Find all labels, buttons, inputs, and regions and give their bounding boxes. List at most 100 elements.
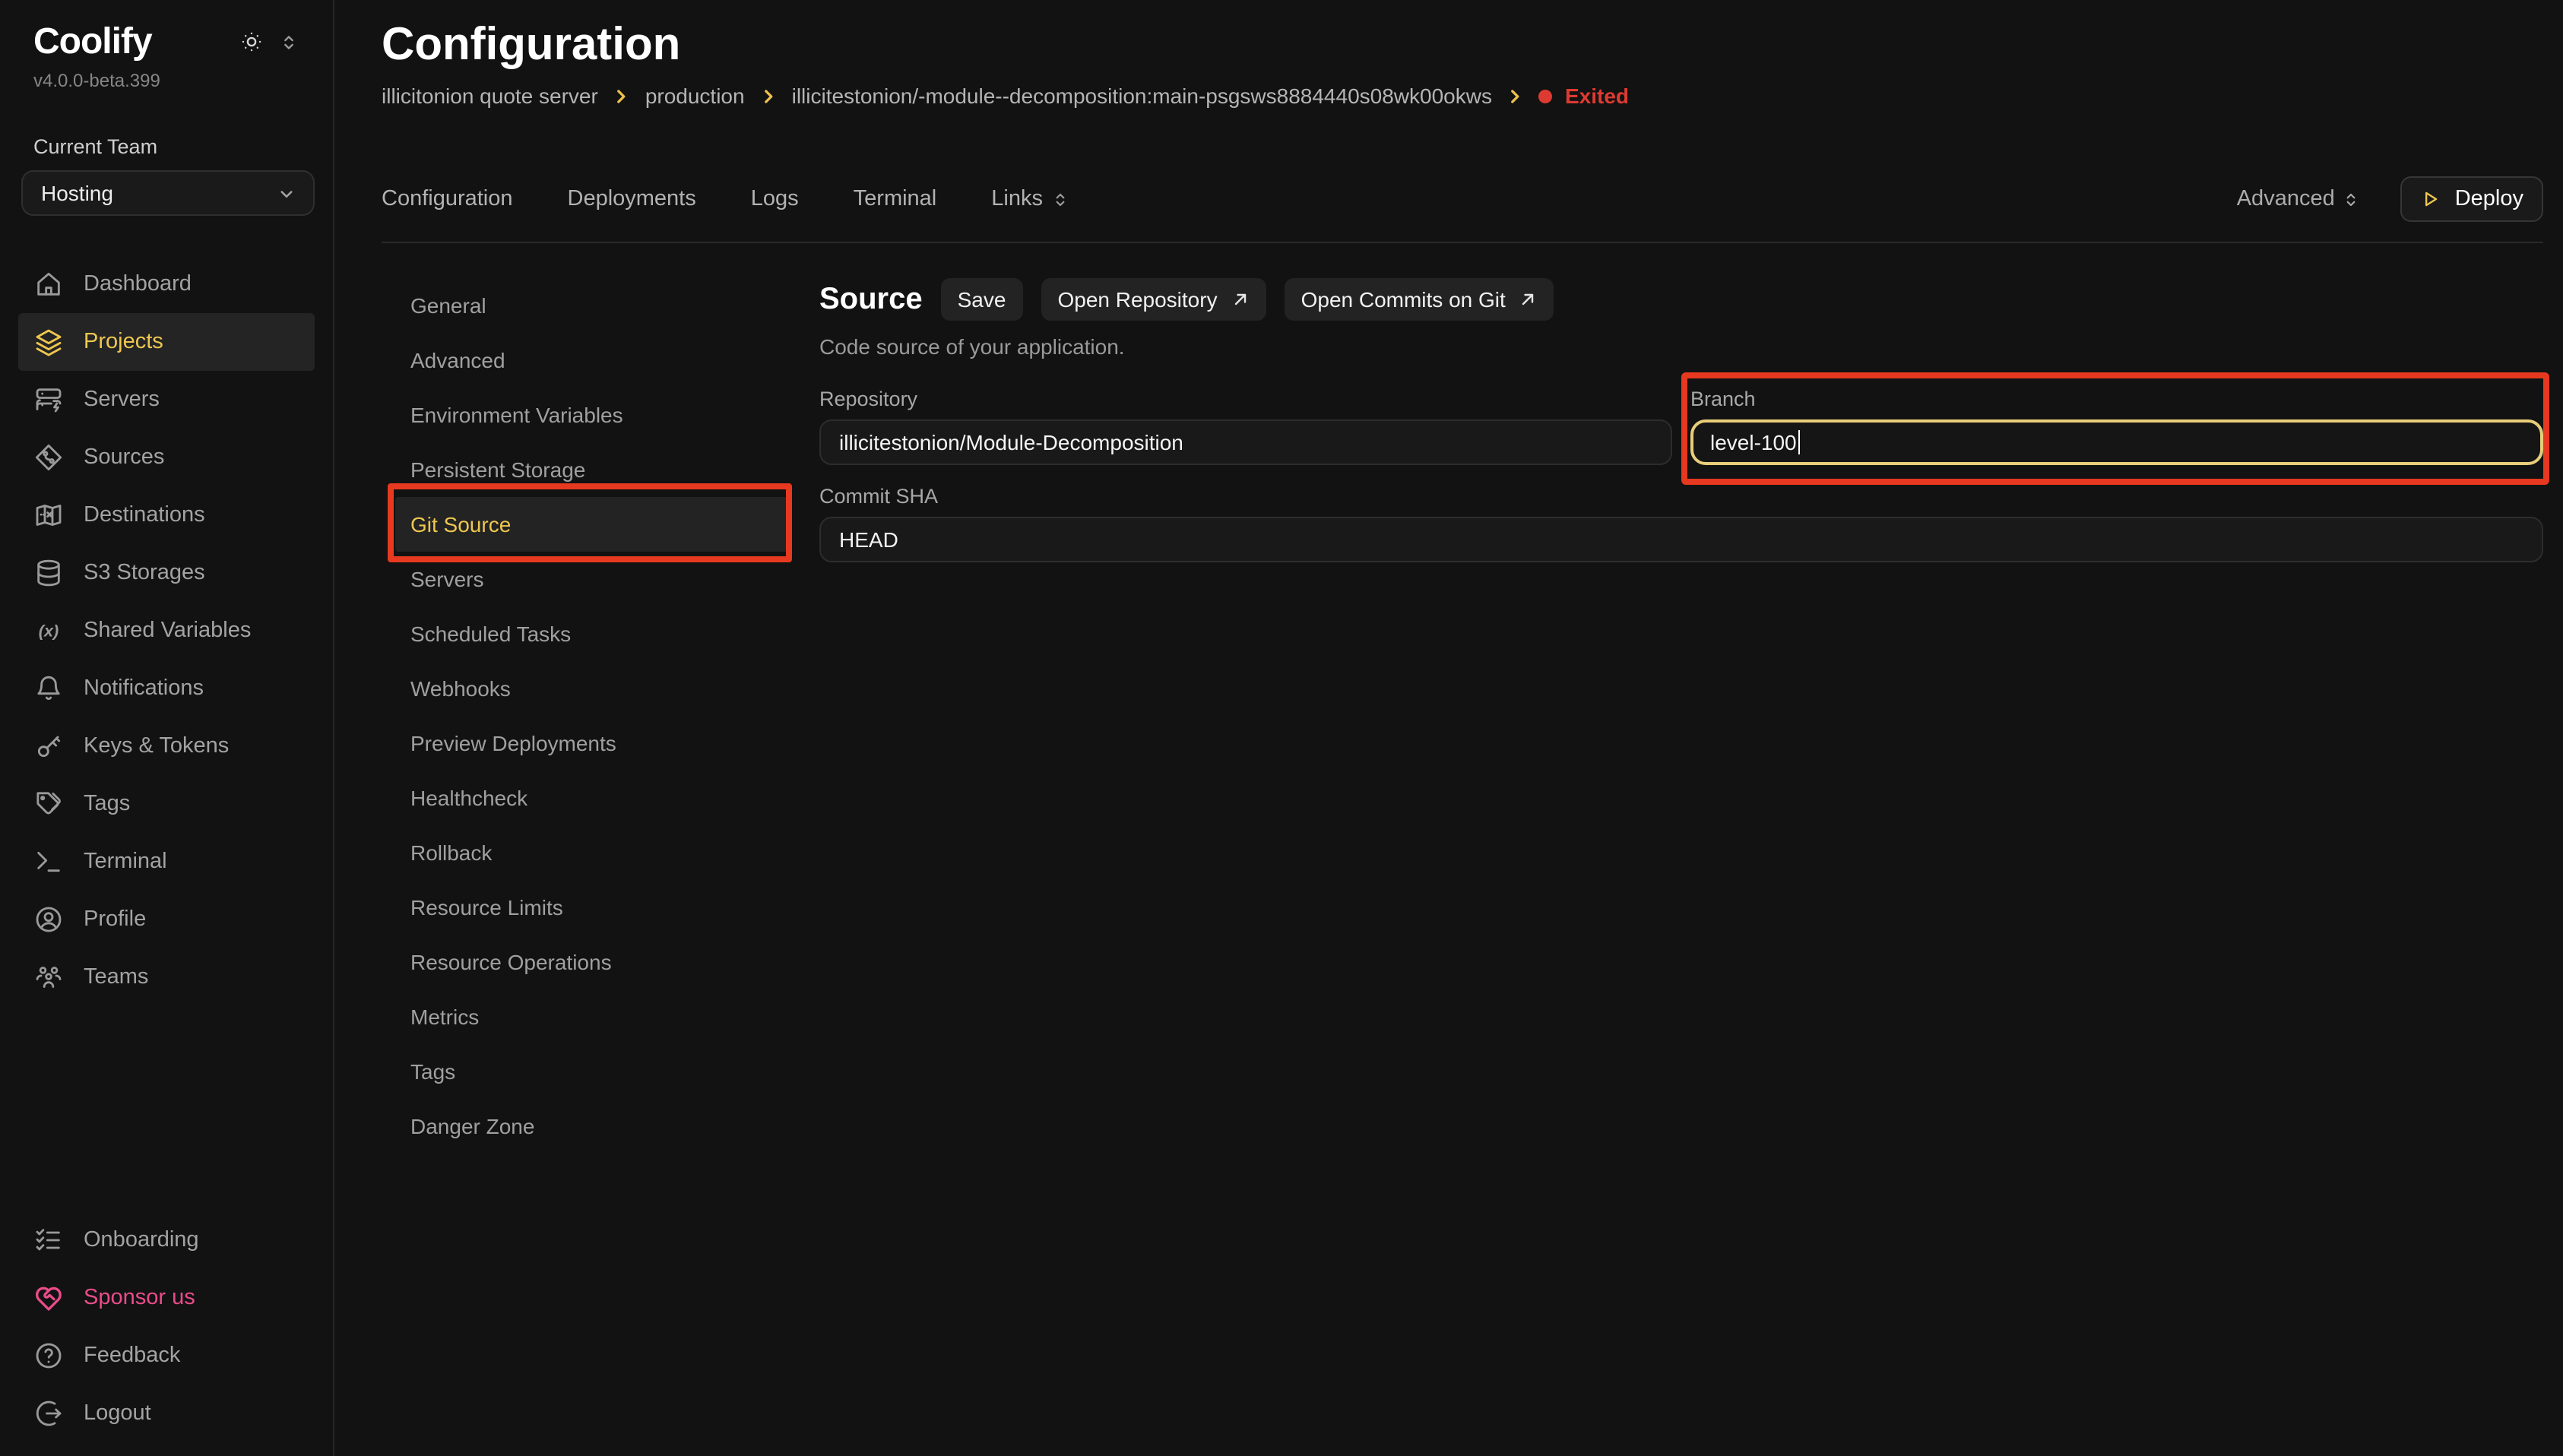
subnav-environment-variables[interactable]: Environment Variables <box>395 388 787 442</box>
main-area: Configuration illicitonion quote server … <box>334 0 2563 1456</box>
sidebar-item-label: Shared Variables <box>84 619 251 643</box>
subnav-git-source[interactable]: Git Source <box>395 497 787 552</box>
tab-configuration[interactable]: Configuration <box>382 187 513 211</box>
breadcrumb-application[interactable]: illicitestonion/-module--decomposition:m… <box>792 84 1492 108</box>
chevron-right-icon <box>1506 86 1525 106</box>
sidebar-item-label: Terminal <box>84 850 167 874</box>
sidebar-item-s3-storages[interactable]: S3 Storages <box>18 544 315 602</box>
users-icon <box>33 962 64 992</box>
sidebar-item-label: Sponsor us <box>84 1286 195 1310</box>
svg-text:(x): (x) <box>39 622 59 641</box>
sidebar-footer: Onboarding Sponsor us Feedback Logout <box>18 1211 315 1442</box>
sidebar-item-terminal[interactable]: Terminal <box>18 833 315 891</box>
sidebar-item-shared-variables[interactable]: (x) Shared Variables <box>18 602 315 660</box>
sidebar-item-label: Destinations <box>84 503 205 527</box>
sidebar-item-sponsor[interactable]: Sponsor us <box>18 1269 315 1327</box>
sidebar-item-feedback[interactable]: Feedback <box>18 1327 315 1385</box>
subnav-resource-operations[interactable]: Resource Operations <box>395 935 787 989</box>
subnav-tags[interactable]: Tags <box>395 1044 787 1099</box>
repository-label: Repository <box>819 388 1672 410</box>
open-repository-button[interactable]: Open Repository <box>1041 278 1266 321</box>
sidebar-item-projects[interactable]: Projects <box>18 313 315 371</box>
sidebar-item-teams[interactable]: Teams <box>18 948 315 1006</box>
tab-terminal[interactable]: Terminal <box>854 187 937 211</box>
branch-field: Branch level-100 <box>1690 388 2543 465</box>
git-source-icon <box>33 442 64 473</box>
advanced-selector[interactable]: Advanced <box>2237 187 2361 211</box>
team-select[interactable]: Hosting <box>21 170 315 216</box>
tab-deployments[interactable]: Deployments <box>568 187 696 211</box>
sidebar-item-label: Sources <box>84 445 164 470</box>
subnav-preview-deployments[interactable]: Preview Deployments <box>395 716 787 771</box>
commit-sha-label: Commit SHA <box>819 485 2543 508</box>
subnav-rollback[interactable]: Rollback <box>395 825 787 880</box>
sidebar-item-sources[interactable]: Sources <box>18 429 315 486</box>
arrow-up-right-icon <box>1231 290 1250 309</box>
subnav-scheduled-tasks[interactable]: Scheduled Tasks <box>395 606 787 661</box>
section-description: Code source of your application. <box>819 334 2543 359</box>
branch-input[interactable]: level-100 <box>1690 419 2543 465</box>
bell-icon <box>33 673 64 704</box>
user-icon <box>33 904 64 935</box>
selector-icon <box>1050 189 1070 209</box>
tab-links[interactable]: Links <box>991 187 1070 211</box>
sidebar-item-label: Profile <box>84 907 146 932</box>
subnav-danger-zone[interactable]: Danger Zone <box>395 1099 787 1154</box>
brand-row: Coolify <box>18 21 315 64</box>
subnav-resource-limits[interactable]: Resource Limits <box>395 880 787 935</box>
current-team-label: Current Team <box>18 135 315 158</box>
sidebar-item-label: Logout <box>84 1401 151 1426</box>
subnav-general[interactable]: General <box>395 278 787 333</box>
sidebar-item-profile[interactable]: Profile <box>18 891 315 948</box>
subnav-servers[interactable]: Servers <box>395 552 787 606</box>
sidebar-item-servers[interactable]: Servers <box>18 371 315 429</box>
sidebar-item-logout[interactable]: Logout <box>18 1385 315 1442</box>
play-icon <box>2420 188 2441 210</box>
sidebar-item-onboarding[interactable]: Onboarding <box>18 1211 315 1269</box>
config-subnav: General Advanced Environment Variables P… <box>395 278 787 1154</box>
sidebar-item-dashboard[interactable]: Dashboard <box>18 255 315 313</box>
repository-input[interactable]: illicitestonion/Module-Decomposition <box>819 419 1672 465</box>
sidebar-item-tags[interactable]: Tags <box>18 775 315 833</box>
sidebar-item-label: Tags <box>84 792 130 816</box>
open-commits-button[interactable]: Open Commits on Git <box>1285 278 1554 321</box>
map-icon <box>33 500 64 530</box>
subnav-healthcheck[interactable]: Healthcheck <box>395 771 787 825</box>
tab-logs[interactable]: Logs <box>751 187 799 211</box>
branch-label: Branch <box>1690 388 2543 410</box>
text-caret <box>1798 430 1801 454</box>
sidebar-item-label: Projects <box>84 330 163 354</box>
team-select-value: Hosting <box>41 181 113 205</box>
breadcrumb-project[interactable]: illicitonion quote server <box>382 84 598 108</box>
status-dot-icon <box>1539 89 1553 103</box>
sidebar-item-label: Teams <box>84 965 148 989</box>
sidebar-item-destinations[interactable]: Destinations <box>18 486 315 544</box>
home-icon <box>33 269 64 299</box>
layers-icon <box>33 327 64 357</box>
theme-sun-icon[interactable] <box>239 29 265 55</box>
subnav-metrics[interactable]: Metrics <box>395 989 787 1044</box>
status-badge: Exited <box>1539 84 1629 108</box>
subnav-persistent-storage[interactable]: Persistent Storage <box>395 442 787 497</box>
commit-sha-field: Commit SHA HEAD <box>819 485 2543 562</box>
sidebar-item-label: Onboarding <box>84 1228 199 1252</box>
theme-selector-icon[interactable] <box>278 31 299 52</box>
repository-field: Repository illicitestonion/Module-Decomp… <box>819 388 1672 465</box>
coolify-app: Coolify v4.0.0-beta.399 Current Team Hos… <box>0 0 2563 1456</box>
checklist-icon <box>33 1225 64 1255</box>
deploy-button[interactable]: Deploy <box>2400 176 2543 222</box>
commit-sha-input[interactable]: HEAD <box>819 517 2543 562</box>
breadcrumb-environment[interactable]: production <box>645 84 745 108</box>
logout-icon <box>33 1398 64 1429</box>
tabs-divider <box>382 242 2543 243</box>
sidebar-item-notifications[interactable]: Notifications <box>18 660 315 717</box>
selector-icon <box>2341 189 2361 209</box>
chevron-right-icon <box>759 86 778 106</box>
app-version: v4.0.0-beta.399 <box>18 70 315 91</box>
section-title: Source <box>819 282 923 317</box>
sidebar-item-keys-tokens[interactable]: Keys & Tokens <box>18 717 315 775</box>
subnav-webhooks[interactable]: Webhooks <box>395 661 787 716</box>
subnav-advanced[interactable]: Advanced <box>395 333 787 388</box>
page-title: Configuration <box>382 21 2543 70</box>
save-button[interactable]: Save <box>941 278 1023 321</box>
